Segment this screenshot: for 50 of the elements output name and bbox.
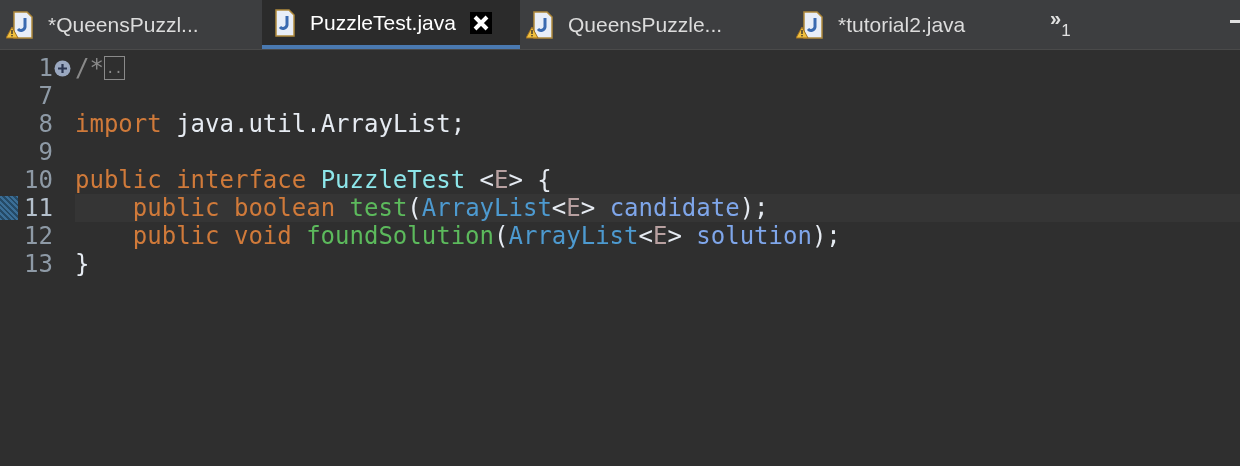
line-number: 1 [38,53,53,84]
code-token: /* [75,53,104,84]
code-token: ); [811,221,841,252]
code-token: ); [739,193,769,224]
code-token: E [566,193,581,224]
code-token: java.util.ArrayList; [176,109,466,140]
code-token: < [638,221,653,252]
code-token: PuzzleTest [320,165,466,196]
code-token: interface [176,165,307,196]
editor-tab[interactable]: *tutorial2.java [790,0,1040,49]
code-token: < [479,165,494,196]
editor-tab[interactable]: PuzzleTest.java [262,0,520,49]
code-token: > [508,165,523,196]
line-number: 7 [38,81,53,112]
code-token: public [132,221,220,252]
code-token: ArrayList [421,193,552,224]
code-token: > [667,221,682,252]
code-token: public [132,193,220,224]
line-number: 9 [38,137,53,168]
code-token: > [580,193,596,224]
code-token: void [233,221,292,252]
code-token: solution [696,221,812,252]
code-token: E [494,165,509,196]
code-token: < [551,193,567,224]
code-token: ArrayList [508,221,639,252]
line-number: 13 [24,249,53,280]
code-token: candidate [609,193,740,224]
folded-code-marker[interactable]: .. [103,56,125,80]
code-token: E [652,221,668,252]
code-token: import [75,109,162,140]
tab-label: PuzzleTest.java [310,9,456,36]
line-number: 8 [38,109,53,140]
code-token: test [349,193,408,224]
line-number: 11 [24,193,53,224]
code-token: ( [407,193,422,224]
editor-tab[interactable]: *QueensPuzzl... [0,0,262,49]
code-token: public [75,165,162,196]
code-token: ( [494,221,509,252]
code-token: foundSolution [306,221,494,252]
tab-label: *tutorial2.java [838,11,966,38]
code-token: boolean [233,193,336,224]
tab-label: QueensPuzzle... [568,11,723,38]
code-token: } [75,249,90,280]
tab-label: *QueensPuzzl... [48,11,199,38]
line-number: 12 [24,221,53,252]
expand-fold-icon[interactable] [54,59,71,77]
close-icon[interactable] [469,11,492,34]
line-number: 10 [24,165,53,196]
code-token: { [537,165,552,196]
editor-tab[interactable]: QueensPuzzle... [520,0,790,49]
